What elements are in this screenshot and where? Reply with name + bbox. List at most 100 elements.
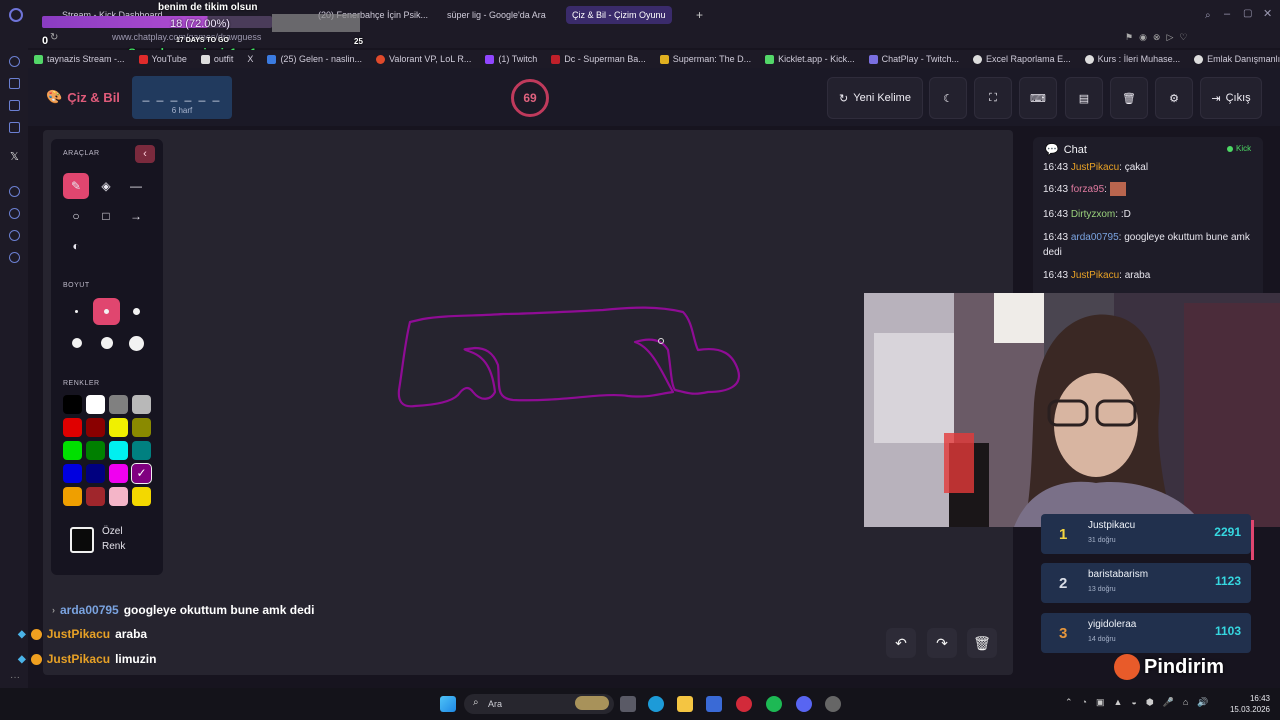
line-tool[interactable]: — — [123, 173, 149, 199]
correct-count: 13 doğru — [1088, 586, 1116, 593]
color-swatch[interactable] — [86, 418, 105, 437]
start-icon[interactable] — [440, 696, 456, 712]
collapse-panel-button[interactable]: ‹ — [135, 145, 155, 163]
color-swatch[interactable] — [109, 395, 128, 414]
bookmark-item[interactable]: Valorant VP, LoL R... — [375, 54, 471, 64]
circle-tool[interactable]: ○ — [63, 203, 89, 229]
color-swatch[interactable] — [132, 487, 151, 506]
scrollbar-thumb[interactable] — [1251, 520, 1254, 560]
color-swatch[interactable] — [63, 395, 82, 414]
color-swatch[interactable] — [63, 464, 82, 483]
edge-icon[interactable] — [648, 696, 664, 712]
system-tray-icons[interactable]: ⌃◔▣▲◒⬢🎤⌂🔊 — [1065, 697, 1218, 708]
color-swatch[interactable] — [86, 464, 105, 483]
size-option-2[interactable] — [104, 309, 109, 314]
color-swatch[interactable] — [86, 487, 105, 506]
color-swatch[interactable] — [63, 487, 82, 506]
history-icon[interactable] — [9, 208, 20, 219]
sidebar-icon[interactable] — [9, 186, 20, 197]
bookmark-item[interactable]: Superman: The D... — [659, 54, 751, 64]
color-swatch[interactable] — [132, 441, 151, 460]
maximize-icon[interactable]: ▢ — [1243, 8, 1252, 19]
color-swatch[interactable] — [132, 395, 151, 414]
watermark-logo: Pindirim — [1114, 654, 1224, 680]
color-swatch[interactable] — [63, 441, 82, 460]
exit-button[interactable]: ⇥ Çıkış — [1200, 77, 1262, 119]
color-swatch[interactable] — [86, 441, 105, 460]
file-explorer-icon[interactable] — [677, 696, 693, 712]
new-word-button[interactable]: ↻ Yeni Kelime — [827, 77, 923, 119]
more-icon[interactable]: ··· — [10, 672, 20, 683]
color-swatch[interactable] — [109, 487, 128, 506]
color-swatch[interactable] — [86, 395, 105, 414]
size-option-6[interactable] — [129, 336, 144, 351]
sidebar-icon[interactable] — [9, 100, 20, 111]
task-view-icon[interactable] — [620, 696, 636, 712]
minimize-icon[interactable]: – — [1224, 8, 1230, 20]
webcam-image — [864, 293, 1280, 527]
bookmark-item[interactable]: ChatPlay - Twitch... — [868, 54, 959, 64]
sidebar-icon[interactable] — [9, 122, 20, 133]
fullscreen-button[interactable]: ⛶ — [974, 77, 1012, 119]
opera-icon[interactable] — [736, 696, 752, 712]
arrow-tool[interactable]: → — [123, 203, 149, 229]
eraser-tool[interactable]: ◈ — [93, 173, 119, 199]
custom-color-swatch[interactable] — [70, 527, 94, 553]
brush-tool[interactable]: ✎ — [63, 173, 89, 199]
app-logo[interactable]: 🎨 Çiz & Bil — [46, 89, 120, 105]
bookmark-item[interactable]: Kurs : İleri Muhase... — [1084, 54, 1180, 64]
extension-icons[interactable]: ⚑◉⊗▷♡ — [1125, 32, 1193, 43]
close-icon[interactable]: ✕ — [1263, 7, 1272, 20]
bookmark-item[interactable]: outfit — [200, 54, 233, 64]
trash-button[interactable]: 🗑 — [1110, 77, 1148, 119]
bookmark-item[interactable]: taynazis Stream -... — [34, 54, 125, 64]
dark-mode-button[interactable]: ☾ — [929, 77, 967, 119]
size-option-3[interactable] — [133, 308, 140, 315]
undo-button[interactable]: ↶ — [886, 628, 916, 658]
tools-title: ARAÇLAR — [63, 150, 100, 157]
bookmark-item[interactable]: Emlak Danışmanlı... — [1194, 54, 1280, 64]
tab-ciz-bil[interactable]: Çiz & Bil - Çizim Oyunu — [566, 6, 672, 24]
bookmark-item[interactable]: YouTube — [138, 54, 187, 64]
color-swatch[interactable] — [63, 418, 82, 437]
redo-button[interactable]: ↷ — [927, 628, 957, 658]
refresh-icon[interactable]: ↻ — [50, 32, 58, 43]
bookmark-item[interactable]: (1) Twitch — [485, 54, 537, 64]
bookmark-item[interactable]: Dc - Superman Ba... — [551, 54, 646, 64]
size-option-5[interactable] — [101, 337, 113, 349]
rectangle-tool[interactable]: □ — [93, 203, 119, 229]
bookmark-item[interactable]: Kicklet.app - Kick... — [765, 54, 855, 64]
sidebar-icon[interactable] — [9, 56, 20, 67]
coin-icon — [30, 653, 42, 665]
taskbar-clock[interactable]: 16:43 15.03.2026 — [1226, 693, 1270, 715]
settings-button[interactable]: ⚙ — [1155, 77, 1193, 119]
spotify-icon[interactable] — [766, 696, 782, 712]
size-option-4[interactable] — [72, 338, 82, 348]
new-tab-button[interactable]: + — [696, 8, 703, 22]
keyboard-button[interactable]: ⌨ — [1019, 77, 1057, 119]
bookmark-item[interactable]: Excel Raporlama E... — [973, 54, 1071, 64]
x-icon[interactable]: 𝕏 — [10, 150, 19, 163]
fill-tool[interactable]: ◐ — [63, 233, 89, 259]
search-icon[interactable]: ⌕ — [1205, 10, 1211, 21]
sidebar-icon[interactable] — [9, 230, 20, 241]
settings-icon[interactable] — [9, 252, 20, 263]
archive-button[interactable]: ▤ — [1065, 77, 1103, 119]
word-hint-box: _ _ _ _ _ _ 6 harf — [132, 76, 232, 119]
sidebar-icon[interactable] — [9, 78, 20, 89]
app-icon[interactable] — [825, 696, 841, 712]
bookmark-item[interactable]: (25) Gelen - naslin... — [267, 54, 362, 64]
store-icon[interactable] — [706, 696, 722, 712]
color-swatch[interactable]: ✓ — [131, 463, 152, 484]
size-option-1[interactable] — [75, 310, 78, 313]
tab-super-lig[interactable]: süper lig - Google'da Ara — [441, 6, 552, 24]
clear-canvas-button[interactable]: 🗑 — [967, 628, 997, 658]
discord-icon[interactable] — [796, 696, 812, 712]
color-swatch[interactable] — [132, 418, 151, 437]
goal-progress-bar — [42, 16, 272, 28]
bookmarks-bar: taynazis Stream -... YouTube outfit X (2… — [28, 50, 1280, 68]
bookmark-item[interactable]: X — [247, 54, 253, 64]
color-swatch[interactable] — [109, 464, 128, 483]
color-swatch[interactable] — [109, 441, 128, 460]
color-swatch[interactable] — [109, 418, 128, 437]
